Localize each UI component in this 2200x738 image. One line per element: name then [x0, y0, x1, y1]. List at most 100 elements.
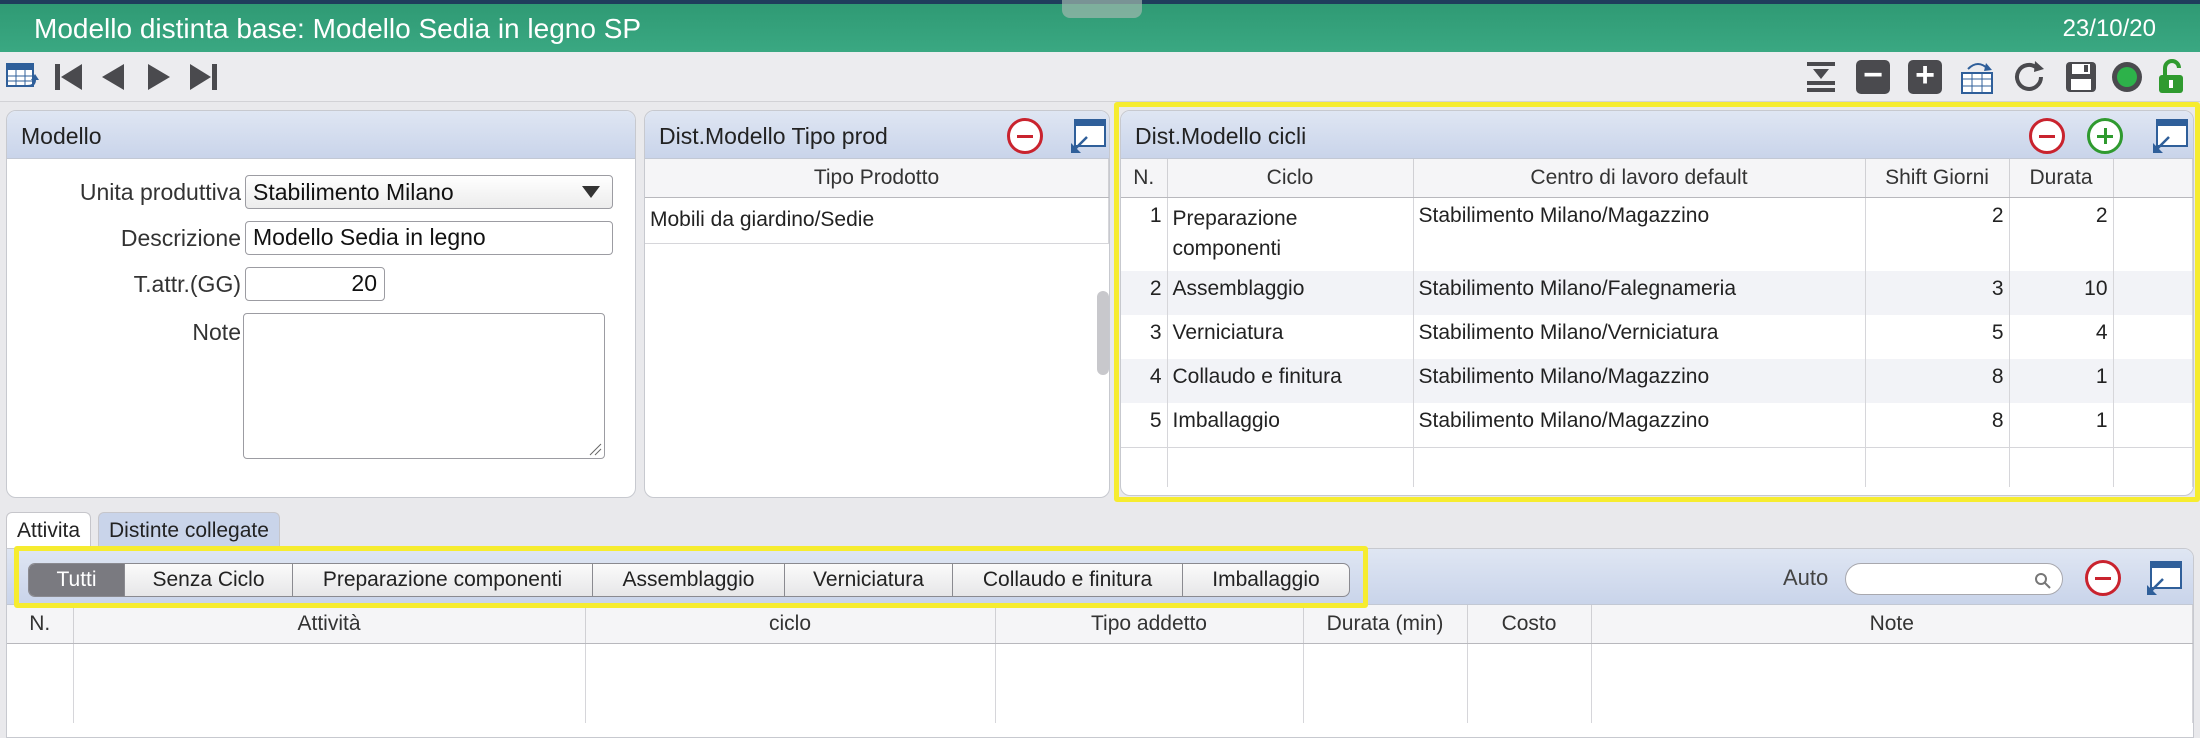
table-row[interactable]: Mobili da giardino/Sedie: [645, 197, 1109, 244]
resize-handle-icon[interactable]: [588, 442, 602, 456]
filter-preparazione-componenti[interactable]: Preparazione componenti: [293, 564, 593, 596]
cicli-table: N. Ciclo Centro di lavoro default Shift …: [1121, 159, 2193, 487]
column-header-n[interactable]: N.: [1121, 159, 1168, 198]
transfer-icon[interactable]: [1958, 58, 1996, 96]
expand-window-icon[interactable]: [1069, 117, 1107, 155]
tattr-label: T.attr.(GG): [133, 271, 241, 297]
column-header-tipo-prodotto[interactable]: Tipo Prodotto: [645, 159, 1109, 198]
modello-panel-header: Modello: [7, 111, 635, 159]
modello-panel-title: Modello: [21, 123, 102, 149]
cicli-panel: Dist.Modello cicli N. Ciclo Centro di la…: [1120, 110, 2194, 496]
first-record-icon[interactable]: [50, 58, 88, 96]
column-header-costo[interactable]: Costo: [1467, 605, 1592, 644]
remove-ciclo-button[interactable]: [2029, 118, 2065, 154]
cell-ciclo: Collaudo e finitura: [1167, 359, 1414, 403]
empty-row[interactable]: [1121, 447, 2193, 487]
add-ciclo-button[interactable]: [2087, 118, 2123, 154]
toolbar: − +: [0, 52, 2200, 102]
cicli-panel-header: Dist.Modello cicli: [1121, 111, 2193, 159]
previous-record-icon[interactable]: [94, 58, 132, 96]
attivita-table: N. Attività ciclo Tipo addetto Durata (m…: [7, 605, 2193, 723]
search-icon: [2035, 573, 2051, 589]
filter-verniciatura[interactable]: Verniciatura: [785, 564, 953, 596]
column-header-n[interactable]: N.: [7, 605, 74, 644]
next-record-icon[interactable]: [140, 58, 178, 96]
filter-imballaggio[interactable]: Imballaggio: [1183, 564, 1349, 596]
tattr-input[interactable]: 20: [245, 267, 385, 301]
cell-ciclo: Verniciatura: [1167, 315, 1414, 359]
column-header-ciclo[interactable]: Ciclo: [1167, 159, 1414, 198]
tipo-prod-table: Tipo Prodotto Mobili da giardino/Sedie: [645, 159, 1109, 244]
last-record-icon[interactable]: [184, 58, 222, 96]
column-header-tipo-addetto[interactable]: Tipo addetto: [995, 605, 1304, 644]
filter-tutti[interactable]: Tutti: [29, 564, 125, 596]
column-header-centro[interactable]: Centro di lavoro default: [1413, 159, 1866, 198]
remove-attivita-button[interactable]: [2085, 560, 2121, 596]
insert-row-icon[interactable]: [1802, 58, 1840, 96]
status-indicator-icon[interactable]: [2108, 58, 2146, 96]
search-input[interactable]: [1845, 563, 2063, 595]
expand-window-icon[interactable]: [2145, 559, 2183, 597]
cell-n: 4: [1121, 359, 1168, 403]
save-icon[interactable]: [2062, 58, 2100, 96]
cell-blank: [2113, 315, 2193, 359]
empty-row[interactable]: [7, 643, 2193, 723]
delete-record-icon[interactable]: −: [1854, 58, 1892, 96]
cell-durata: 1: [2009, 403, 2114, 448]
unlock-icon[interactable]: [2152, 58, 2190, 96]
modello-panel: Modello Unita produttiva Stabilimento Mi…: [6, 110, 636, 498]
descrizione-input[interactable]: Modello Sedia in legno: [245, 221, 613, 255]
cell-durata: 1: [2009, 359, 2114, 403]
table-row[interactable]: 4 Collaudo e finitura Stabilimento Milan…: [1121, 359, 2193, 403]
unita-select[interactable]: Stabilimento Milano: [245, 175, 613, 209]
table-row[interactable]: 5 Imballaggio Stabilimento Milano/Magazz…: [1121, 403, 2193, 448]
cell-shift: 8: [1865, 359, 2010, 403]
unita-select-value: Stabilimento Milano: [253, 179, 454, 205]
tipo-prod-panel: Dist.Modello Tipo prod Tipo Prodotto Mob…: [644, 110, 1110, 498]
column-header-attivita[interactable]: Attività: [73, 605, 586, 644]
cell-centro: Stabilimento Milano/Verniciatura: [1413, 315, 1866, 359]
refresh-icon[interactable]: [2010, 58, 2048, 96]
cell-ciclo: Assemblaggio: [1167, 271, 1414, 315]
remove-tipo-prod-button[interactable]: [1007, 118, 1043, 154]
table-row[interactable]: 3 Verniciatura Stabilimento Milano/Verni…: [1121, 315, 2193, 359]
cell-n: 2: [1121, 271, 1168, 315]
cell-blank: [2113, 403, 2193, 448]
cell-n: 1: [1121, 197, 1168, 271]
chevron-down-icon: [582, 186, 600, 198]
table-view-icon[interactable]: [4, 58, 42, 96]
cell-centro: Stabilimento Milano/Magazzino: [1413, 359, 1866, 403]
column-header-ciclo[interactable]: ciclo: [585, 605, 996, 644]
table-row[interactable]: 2 Assemblaggio Stabilimento Milano/Faleg…: [1121, 271, 2193, 315]
column-header-note[interactable]: Note: [1591, 605, 2193, 644]
ciclo-filter: Tutti Senza Ciclo Preparazione component…: [28, 563, 1350, 597]
add-record-icon[interactable]: +: [1906, 58, 1944, 96]
cell-ciclo: Preparazione componenti: [1167, 197, 1414, 271]
note-textarea[interactable]: [243, 313, 605, 459]
cell-n: 3: [1121, 315, 1168, 359]
cell-shift: 3: [1865, 271, 2010, 315]
filter-collaudo-e-finitura[interactable]: Collaudo e finitura: [953, 564, 1183, 596]
scrollbar[interactable]: [1097, 291, 1109, 375]
cell-blank: [2113, 271, 2193, 315]
cell-n: 5: [1121, 403, 1168, 448]
cell-centro: Stabilimento Milano/Magazzino: [1413, 197, 1866, 271]
window-title-bar: Modello distinta base: Modello Sedia in …: [0, 0, 2200, 52]
expand-window-icon[interactable]: [2151, 117, 2189, 155]
tipo-prodotto-cell: Mobili da giardino/Sedie: [645, 197, 1109, 244]
window-grip[interactable]: [1062, 0, 1142, 18]
filter-senza-ciclo[interactable]: Senza Ciclo: [125, 564, 293, 596]
table-row[interactable]: 1 Preparazione componenti Stabilimento M…: [1121, 197, 2193, 271]
tab-attivita[interactable]: Attivita: [6, 512, 92, 548]
unita-label: Unita produttiva: [79, 179, 241, 205]
column-header-shift[interactable]: Shift Giorni: [1865, 159, 2010, 198]
cicli-panel-title: Dist.Modello cicli: [1135, 123, 1307, 149]
cell-blank: [2113, 359, 2193, 403]
cell-shift: 2: [1865, 197, 2010, 271]
column-header-durata[interactable]: Durata: [2009, 159, 2114, 198]
cell-centro: Stabilimento Milano/Falegnameria: [1413, 271, 1866, 315]
filter-assemblaggio[interactable]: Assemblaggio: [593, 564, 785, 596]
tab-distinte-collegate[interactable]: Distinte collegate: [98, 512, 280, 548]
descrizione-label: Descrizione: [120, 225, 241, 251]
column-header-durata-min[interactable]: Durata (min): [1303, 605, 1468, 644]
